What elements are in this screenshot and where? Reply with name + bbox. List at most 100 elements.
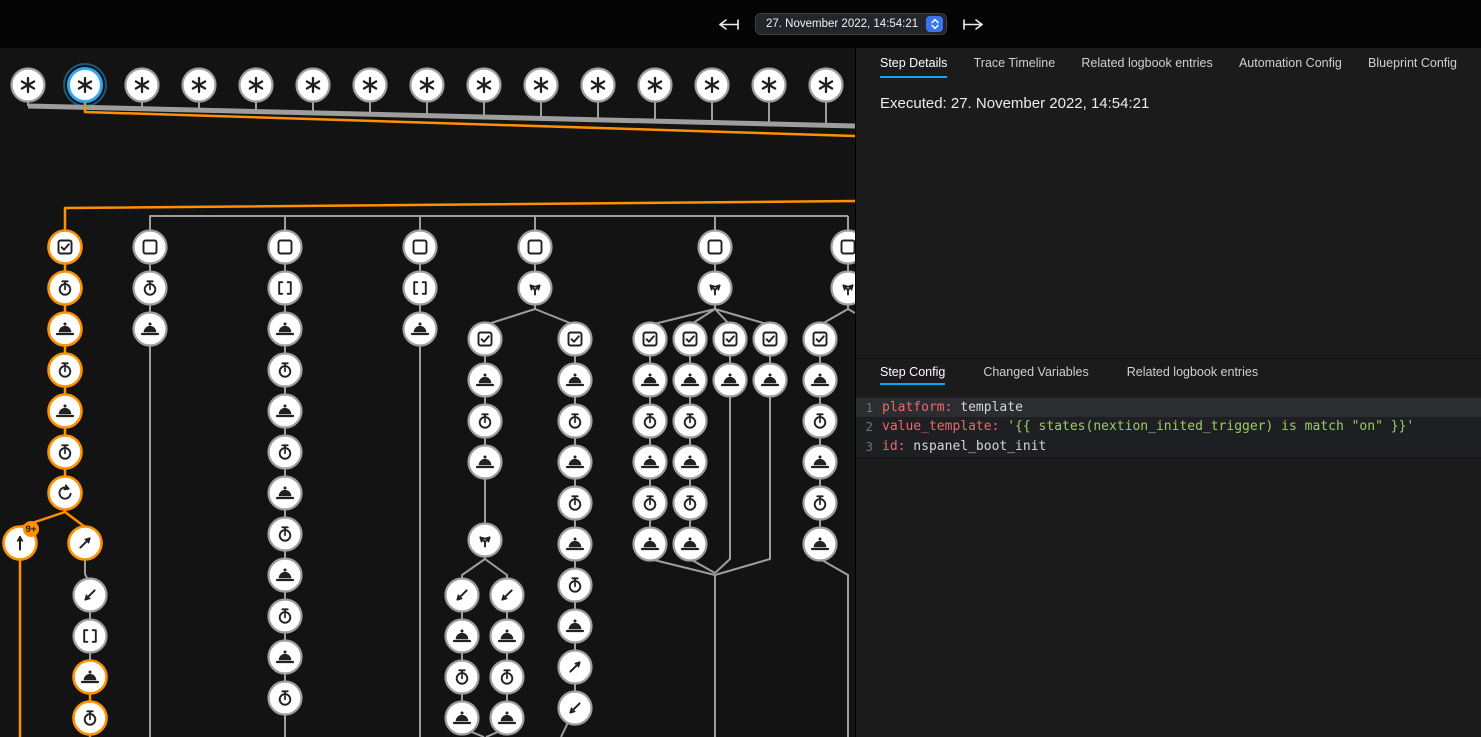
trace-node-service[interactable] <box>674 446 707 479</box>
trace-node-service[interactable] <box>49 313 82 346</box>
trace-node-service[interactable] <box>269 559 302 592</box>
trace-node-asterisk[interactable] <box>810 69 843 102</box>
trace-node-asterisk[interactable] <box>240 69 273 102</box>
trace-node-checkbox[interactable] <box>674 323 707 356</box>
trace-node-timer[interactable] <box>446 661 479 694</box>
trace-node-timer[interactable] <box>559 405 592 438</box>
trace-node-service[interactable] <box>634 528 667 561</box>
trace-node-asterisk[interactable] <box>582 69 615 102</box>
trace-node-service[interactable] <box>559 528 592 561</box>
trace-node-timer[interactable] <box>269 600 302 633</box>
trace-node-timer[interactable] <box>674 405 707 438</box>
trace-node-brackets[interactable] <box>404 272 437 305</box>
trace-node-service[interactable] <box>714 364 747 397</box>
trace-node-asterisk[interactable] <box>696 69 729 102</box>
trace-node-timer[interactable] <box>804 487 837 520</box>
trace-node-timer[interactable] <box>49 354 82 387</box>
trace-node-checkbox[interactable] <box>714 323 747 356</box>
trace-node-asterisk[interactable] <box>354 69 387 102</box>
trace-node-timer[interactable] <box>269 354 302 387</box>
trace-node-timer[interactable] <box>559 569 592 602</box>
trace-node-choose[interactable] <box>832 272 856 305</box>
trace-node-timer[interactable] <box>49 436 82 469</box>
trace-node-arrow-bottom-left[interactable] <box>559 692 592 725</box>
trace-node-arrow-up[interactable]: 9+ <box>4 521 40 560</box>
trace-node-checkbox[interactable] <box>634 323 667 356</box>
trace-node-arrow-bottom-left[interactable] <box>491 579 524 612</box>
trace-node-service[interactable] <box>446 620 479 653</box>
trace-node-checkbox[interactable] <box>49 231 82 264</box>
trace-node-service[interactable] <box>269 313 302 346</box>
trace-node-asterisk[interactable] <box>126 69 159 102</box>
trace-node-arrow-bottom-left[interactable] <box>446 579 479 612</box>
trace-node-service[interactable] <box>269 477 302 510</box>
trace-node-checkbox-blank[interactable] <box>269 231 302 264</box>
trace-node-timer[interactable] <box>269 436 302 469</box>
trace-node-timer[interactable] <box>49 272 82 305</box>
trace-node-checkbox-blank[interactable] <box>699 231 732 264</box>
trace-node-timer[interactable] <box>269 518 302 551</box>
trace-node-service[interactable] <box>634 446 667 479</box>
trace-node-asterisk[interactable] <box>297 69 330 102</box>
trace-node-arrow-up-right[interactable] <box>69 527 102 560</box>
trace-node-checkbox[interactable] <box>754 323 787 356</box>
trace-node-timer[interactable] <box>559 487 592 520</box>
trace-node-asterisk[interactable] <box>183 69 216 102</box>
trace-node-repeat[interactable] <box>49 477 82 510</box>
trace-node-checkbox-blank[interactable] <box>832 231 856 264</box>
tab-blueprint-config[interactable]: Blueprint Config <box>1368 48 1457 78</box>
trace-node-timer[interactable] <box>469 405 502 438</box>
trace-node-asterisk[interactable] <box>12 69 45 102</box>
trace-node-asterisk[interactable] <box>639 69 672 102</box>
trace-node-arrow-up-right[interactable] <box>559 651 592 684</box>
trace-node-timer[interactable] <box>134 272 167 305</box>
trace-node-service[interactable] <box>446 702 479 735</box>
trace-node-checkbox-blank[interactable] <box>134 231 167 264</box>
trace-node-service[interactable] <box>269 641 302 674</box>
trace-node-asterisk[interactable] <box>525 69 558 102</box>
trace-node-service[interactable] <box>754 364 787 397</box>
trace-node-service[interactable] <box>404 313 437 346</box>
trace-node-timer[interactable] <box>634 487 667 520</box>
trace-node-service[interactable] <box>674 528 707 561</box>
trace-node-timer[interactable] <box>269 682 302 715</box>
trace-node-service[interactable] <box>559 364 592 397</box>
trace-node-choose[interactable] <box>519 272 552 305</box>
trace-node-timer[interactable] <box>491 661 524 694</box>
trace-node-service[interactable] <box>804 364 837 397</box>
trace-node-service[interactable] <box>559 610 592 643</box>
trace-node-choose[interactable] <box>699 272 732 305</box>
trace-node-service[interactable] <box>269 395 302 428</box>
previous-run-button[interactable] <box>716 17 742 32</box>
trace-node-service[interactable] <box>469 446 502 479</box>
trace-node-service[interactable] <box>634 364 667 397</box>
trace-node-service[interactable] <box>469 364 502 397</box>
trace-node-service[interactable] <box>804 446 837 479</box>
tab-changed-variables[interactable]: Changed Variables <box>983 359 1088 385</box>
tab-automation-config[interactable]: Automation Config <box>1239 48 1342 78</box>
trace-node-service[interactable] <box>134 313 167 346</box>
trace-node-checkbox[interactable] <box>559 323 592 356</box>
trace-node-asterisk[interactable] <box>411 69 444 102</box>
trace-node-timer[interactable] <box>74 702 107 735</box>
trace-node-brackets[interactable] <box>269 272 302 305</box>
trace-node-timer[interactable] <box>804 405 837 438</box>
trace-node-checkbox[interactable] <box>804 323 837 356</box>
trace-node-timer[interactable] <box>634 405 667 438</box>
trace-node-service[interactable] <box>491 702 524 735</box>
trace-node-asterisk[interactable] <box>753 69 786 102</box>
trace-node-checkbox[interactable] <box>469 323 502 356</box>
tab-trace-timeline[interactable]: Trace Timeline <box>974 48 1056 78</box>
trace-node-choose[interactable] <box>469 524 502 557</box>
trace-node-service[interactable] <box>559 446 592 479</box>
trace-node-service[interactable] <box>74 661 107 694</box>
trace-node-checkbox-blank[interactable] <box>404 231 437 264</box>
trace-node-service[interactable] <box>674 364 707 397</box>
trace-node-brackets[interactable] <box>74 620 107 653</box>
trace-node-arrow-bottom-left[interactable] <box>74 579 107 612</box>
tab-step-details[interactable]: Step Details <box>880 48 947 78</box>
trace-node-timer[interactable] <box>674 487 707 520</box>
trace-node-checkbox-blank[interactable] <box>519 231 552 264</box>
trace-node-service[interactable] <box>491 620 524 653</box>
tab-step-config[interactable]: Step Config <box>880 359 945 385</box>
